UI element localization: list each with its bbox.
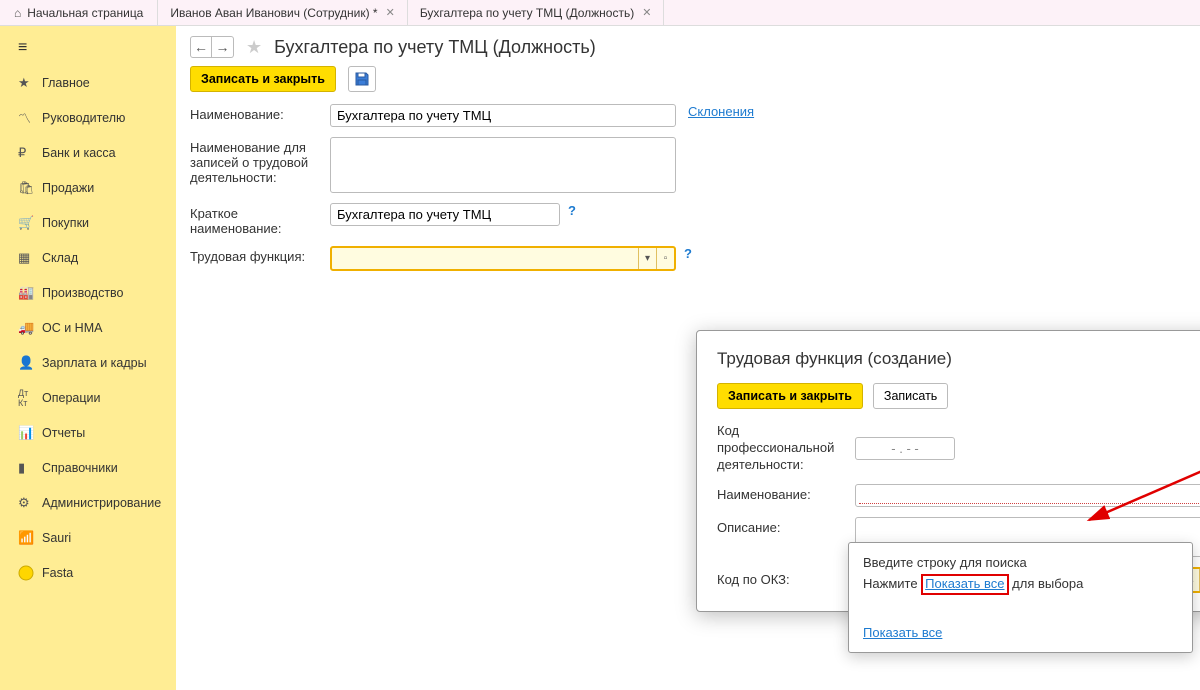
save-close-button[interactable]: Записать и закрыть [190,66,336,92]
name-records-label: Наименование для записей о трудовой деят… [190,137,330,185]
floppy-icon [355,72,369,86]
menu-button[interactable]: ≡ [0,30,176,65]
dropdown-icon[interactable]: ▾ [638,248,656,269]
page-title: Бухгалтера по учету ТМЦ (Должность) [274,37,596,58]
name-input[interactable] [330,104,676,127]
name-records-textarea[interactable] [330,137,676,193]
popup-name-input[interactable] [855,484,1200,507]
sidebar-item-reports[interactable]: 📊Отчеты [0,415,176,450]
back-button[interactable]: ← [190,36,212,58]
okz-dropdown: Введите строку для поиска Нажмите Показа… [848,542,1193,653]
popup-save-close-button[interactable]: Записать и закрыть [717,383,863,409]
main-content: ← → ★ Бухгалтера по учету ТМЦ (Должность… [176,26,1200,690]
short-name-label: Краткое наименование: [190,203,330,236]
tab-bar: ⌂ Начальная страница Иванов Аван Иванови… [0,0,1200,26]
favorite-star-icon[interactable]: ★ [246,37,262,58]
show-all-link[interactable]: Показать все [863,625,942,640]
truck-icon: 🚚 [18,320,42,336]
fasta-icon [18,565,42,581]
sidebar-item-operations[interactable]: ДтКтОперации [0,380,176,415]
tab-home[interactable]: ⌂ Начальная страница [0,0,158,25]
save-button[interactable] [348,66,376,92]
short-name-input[interactable] [330,203,560,226]
boxes-icon: ▦ [18,250,42,266]
dtkt-icon: ДтКт [18,388,42,408]
tab-employee[interactable]: Иванов Аван Иванович (Сотрудник) * ✕ [158,0,407,25]
book-icon: ▮ [18,460,42,476]
person-icon: 👤 [18,355,42,371]
dropdown-hint-2: Нажмите Показать все для выбора [863,574,1178,595]
sidebar-item-assets[interactable]: 🚚ОС и НМА [0,310,176,345]
sidebar-item-fasta[interactable]: Fasta [0,555,176,590]
sidebar-item-manager[interactable]: 〽Руководителю [0,100,176,135]
labor-func-input[interactable] [332,248,638,269]
sidebar-item-sales[interactable]: 🛍Продажи [0,170,176,205]
help-icon[interactable]: ? [684,246,692,261]
sauri-icon: 📶 [18,530,42,546]
close-icon[interactable]: ✕ [642,6,651,19]
declension-link[interactable]: Склонения [688,104,754,119]
popup-save-button[interactable]: Записать [873,383,948,409]
open-icon[interactable]: ▫ [656,248,674,269]
trend-icon: 〽 [18,108,42,127]
close-icon[interactable]: ✕ [386,6,395,19]
bag-icon: 🛍 [18,180,42,196]
sidebar-item-sauri[interactable]: 📶Sauri [0,520,176,555]
gear-icon: ⚙ [18,495,42,511]
tab-employee-label: Иванов Аван Иванович (Сотрудник) * [170,6,377,20]
prof-code-input[interactable] [855,437,955,460]
sidebar-item-bank[interactable]: ₽Банк и касса [0,135,176,170]
labor-func-combo[interactable]: ▾ ▫ [330,246,676,271]
show-all-inline-link[interactable]: Показать все [925,576,1004,591]
sidebar: ≡ ★Главное 〽Руководителю ₽Банк и касса 🛍… [0,26,176,690]
sidebar-item-admin[interactable]: ⚙Администрирование [0,485,176,520]
cart-icon: 🛒 [18,215,42,231]
sidebar-item-catalogs[interactable]: ▮Справочники [0,450,176,485]
forward-button[interactable]: → [212,36,234,58]
tab-home-label: Начальная страница [27,6,143,20]
popup-title: Трудовая функция (создание) [717,349,1200,369]
okz-label: Код по ОКЗ: [717,572,855,587]
sidebar-item-warehouse[interactable]: ▦Склад [0,240,176,275]
labor-func-label: Трудовая функция: [190,246,330,264]
help-icon[interactable]: ? [568,203,576,218]
sidebar-item-main[interactable]: ★Главное [0,65,176,100]
home-icon: ⌂ [14,6,21,20]
factory-icon: 🏭 [18,285,42,301]
prof-code-label: Код профессиональной деятельности: [717,423,855,474]
popup-name-label: Наименование: [717,487,855,504]
tab-position[interactable]: Бухгалтера по учету ТМЦ (Должность) ✕ [408,0,665,25]
sidebar-item-purchases[interactable]: 🛒Покупки [0,205,176,240]
tab-position-label: Бухгалтера по учету ТМЦ (Должность) [420,6,634,20]
sidebar-item-hr[interactable]: 👤Зарплата и кадры [0,345,176,380]
sidebar-item-production[interactable]: 🏭Производство [0,275,176,310]
ruble-icon: ₽ [18,145,42,161]
name-label: Наименование: [190,104,330,122]
popup-desc-label: Описание: [717,517,855,537]
chart-icon: 📊 [18,425,42,441]
star-icon: ★ [18,75,42,91]
dropdown-hint-1: Введите строку для поиска [863,555,1178,570]
